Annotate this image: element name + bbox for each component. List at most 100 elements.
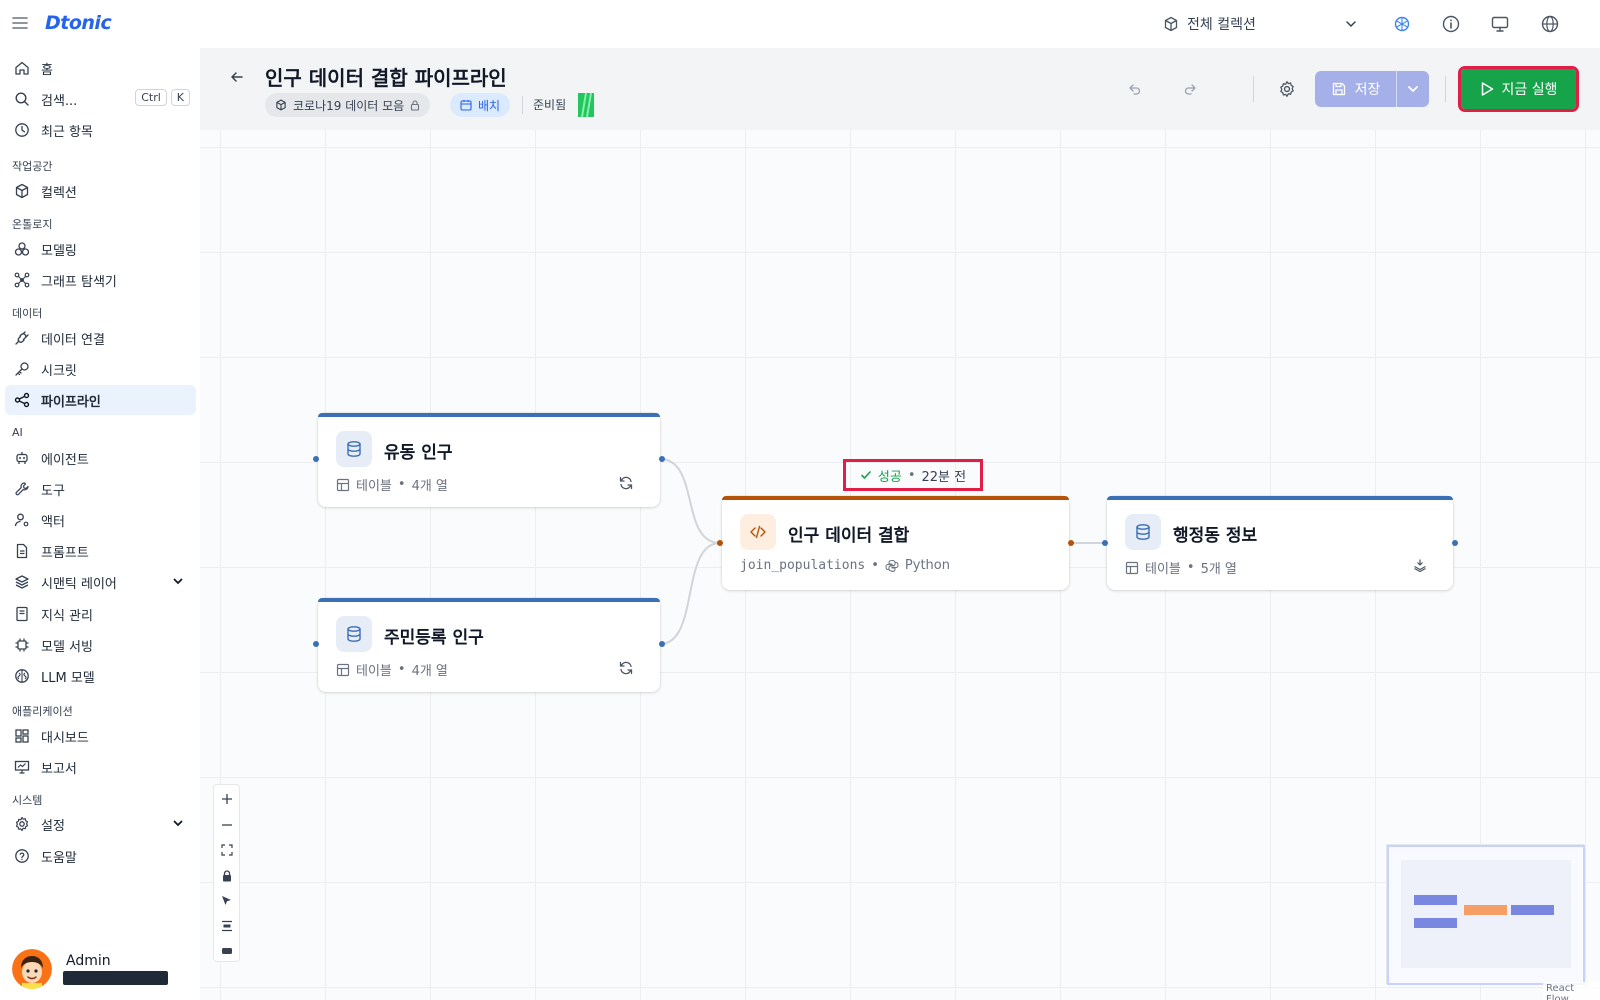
node-title: 인구 데이터 결합 bbox=[788, 526, 910, 546]
node-output-handle[interactable] bbox=[659, 641, 665, 647]
collection-selector-label: 전체 컬렉션 bbox=[1187, 17, 1256, 33]
align-button[interactable] bbox=[214, 913, 239, 938]
settings-button[interactable] bbox=[1272, 74, 1302, 104]
pipeline-node-source[interactable]: 주민등록 인구 테이블 • 4개 열 bbox=[313, 598, 665, 692]
sidebar-item-label: 모델 서빙 bbox=[41, 639, 93, 655]
sidebar-item-actor[interactable]: 액터 bbox=[5, 505, 196, 535]
collection-chip[interactable]: 코로나19 데이터 모음 bbox=[265, 93, 431, 117]
fullscreen-icon bbox=[220, 843, 233, 856]
table-icon bbox=[1125, 561, 1139, 575]
sidebar-item-modeling[interactable]: 모델링 bbox=[5, 234, 196, 264]
sidebar-item-knowledge[interactable]: 지식 관리 bbox=[5, 599, 196, 629]
minimap[interactable] bbox=[1386, 844, 1585, 985]
globe-icon[interactable] bbox=[1540, 14, 1560, 34]
sidebar-item-agent[interactable]: 에이전트 bbox=[5, 443, 196, 473]
node-input-handle[interactable] bbox=[313, 641, 319, 647]
cube-icon bbox=[13, 182, 31, 200]
node-output-handle[interactable] bbox=[1452, 540, 1458, 546]
edge-n2-n3 bbox=[659, 542, 721, 645]
sidebar-item-label: 홈 bbox=[41, 62, 53, 78]
zoom-out-button[interactable] bbox=[214, 812, 239, 837]
run-now-label: 지금 실행 bbox=[1501, 82, 1558, 98]
sidebar-item-search[interactable]: 검색... Ctrl K bbox=[5, 84, 196, 114]
back-arrow-icon[interactable] bbox=[230, 70, 244, 84]
react-flow-attribution[interactable]: React Flow bbox=[1543, 982, 1600, 1000]
save-icon bbox=[1331, 81, 1347, 97]
sidebar-item-label: 대시보드 bbox=[41, 730, 89, 746]
code-icon bbox=[740, 514, 776, 550]
node-input-handle[interactable] bbox=[313, 456, 319, 462]
pipeline-icon bbox=[13, 391, 31, 409]
lock-button[interactable] bbox=[214, 863, 239, 888]
fit-view-button[interactable] bbox=[214, 837, 239, 862]
run-now-button[interactable]: 지금 실행 bbox=[1458, 66, 1579, 112]
pipeline-canvas[interactable]: 유동 인구 테이블 • 4개 열 주민등록 인구 테이블 • 4개 열 성공 •… bbox=[200, 130, 1600, 1000]
node-output-handle[interactable] bbox=[659, 456, 665, 462]
sidebar-item-data-connection[interactable]: 데이터 연결 bbox=[5, 323, 196, 353]
sidebar-item-pipeline[interactable]: 파이프라인 bbox=[5, 385, 196, 415]
minus-icon bbox=[221, 819, 233, 831]
sidebar-item-semantic-layer[interactable]: 시맨틱 레이어 bbox=[5, 567, 196, 597]
sidebar-item-secret[interactable]: 시크릿 bbox=[5, 354, 196, 384]
table-icon bbox=[336, 663, 350, 677]
refresh-icon[interactable] bbox=[618, 660, 634, 676]
sidebar-item-tool[interactable]: 도구 bbox=[5, 474, 196, 504]
minimap-toggle-button[interactable] bbox=[214, 938, 239, 963]
sidebar-item-llm-model[interactable]: LLM 모델 bbox=[5, 661, 196, 691]
undo-button[interactable] bbox=[1120, 74, 1150, 104]
separator-dot: • bbox=[397, 477, 406, 492]
layers-icon[interactable] bbox=[1413, 558, 1427, 572]
sidebar-item-prompt[interactable]: 프롬프트 bbox=[5, 536, 196, 566]
refresh-icon[interactable] bbox=[618, 475, 634, 491]
pipeline-node-source[interactable]: 유동 인구 테이블 • 4개 열 bbox=[313, 413, 665, 507]
lock-icon bbox=[410, 99, 420, 111]
section-ontology: 온톨로지 bbox=[12, 218, 53, 231]
menu-icon[interactable] bbox=[12, 16, 28, 30]
section-apps: 애플리케이션 bbox=[12, 705, 73, 718]
sidebar-item-label: LLM 모델 bbox=[41, 670, 95, 686]
sidebar-item-help[interactable]: 도움말 bbox=[5, 841, 196, 871]
sidebar-item-dashboard[interactable]: 대시보드 bbox=[5, 721, 196, 751]
sidebar-item-home[interactable]: 홈 bbox=[5, 53, 196, 83]
undo-icon bbox=[1128, 82, 1142, 96]
play-icon bbox=[1480, 81, 1494, 97]
zoom-in-button[interactable] bbox=[214, 786, 239, 811]
node-input-handle[interactable] bbox=[1102, 540, 1108, 546]
sidebar-item-collection[interactable]: 컬렉션 bbox=[5, 176, 196, 206]
search-icon bbox=[13, 90, 31, 108]
run-status-badge: 성공 • 22분 전 bbox=[843, 459, 983, 491]
section-ai: AI bbox=[12, 426, 23, 439]
chevron-down-icon bbox=[1344, 17, 1358, 31]
ai-assistant-icon[interactable] bbox=[1392, 14, 1412, 34]
sidebar-item-settings[interactable]: 설정 bbox=[5, 809, 196, 839]
chevron-down-icon bbox=[1406, 82, 1420, 96]
info-icon[interactable] bbox=[1441, 14, 1461, 34]
batch-chip: 배치 bbox=[450, 93, 511, 117]
pipeline-node-output[interactable]: 행정동 정보 테이블 • 5개 열 bbox=[1102, 496, 1458, 590]
divider bbox=[522, 96, 523, 114]
sidebar-item-graph-explorer[interactable]: 그래프 탐색기 bbox=[5, 265, 196, 295]
user-profile[interactable]: Admin bbox=[12, 949, 192, 991]
save-button[interactable]: 저장 bbox=[1315, 71, 1396, 107]
sidebar-item-recent[interactable]: 최근 항목 bbox=[5, 115, 196, 145]
sidebar-item-report[interactable]: 보고서 bbox=[5, 752, 196, 782]
chevron-down-icon[interactable] bbox=[172, 817, 184, 829]
collection-selector[interactable]: 전체 컬렉션 bbox=[1163, 12, 1358, 36]
sidebar-item-label: 지식 관리 bbox=[41, 608, 93, 624]
clock-icon bbox=[13, 121, 31, 139]
node-input-handle[interactable] bbox=[717, 540, 723, 546]
save-options-button[interactable] bbox=[1396, 71, 1429, 107]
app-logo[interactable]: Dtonic bbox=[45, 12, 112, 34]
monitor-icon[interactable] bbox=[1490, 14, 1510, 34]
minimap-viewport[interactable] bbox=[1387, 845, 1585, 985]
sidebar-item-model-serving[interactable]: 모델 서빙 bbox=[5, 630, 196, 660]
select-mode-button[interactable] bbox=[214, 888, 239, 913]
redo-button[interactable] bbox=[1175, 74, 1205, 104]
shapes-icon bbox=[13, 240, 31, 258]
separator-dot: • bbox=[871, 558, 879, 573]
chevron-down-icon[interactable] bbox=[172, 575, 184, 587]
node-accent-line bbox=[318, 598, 660, 602]
pipeline-node-transform[interactable]: 인구 데이터 결합 join_populations • Python bbox=[717, 496, 1074, 590]
node-output-handle[interactable] bbox=[1068, 540, 1074, 546]
minimap-icon bbox=[221, 946, 233, 956]
